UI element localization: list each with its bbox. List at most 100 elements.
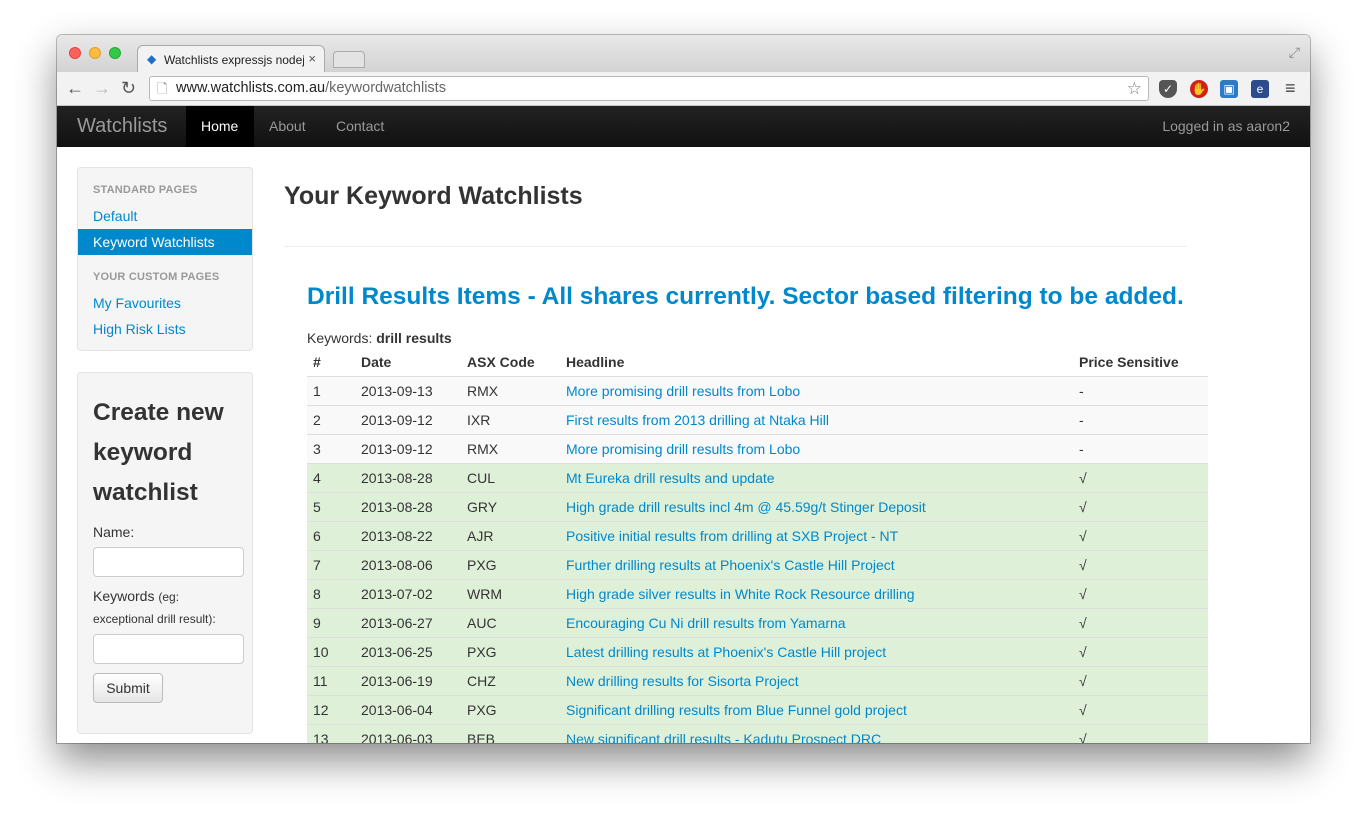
cell-price-sensitive: √ [1073, 463, 1208, 493]
bookmark-star-icon[interactable]: ☆ [1127, 77, 1142, 100]
table-row: 5 2013-08-28 GRY High grade drill results i… [307, 492, 1208, 522]
back-arrow-icon[interactable]: ← [66, 78, 84, 98]
table-row: 10 2013-06-25 PXG Latest drilling results a… [307, 637, 1208, 667]
headline-link[interactable]: More promising drill results from Lobo [566, 441, 800, 457]
screenshot-extension-icon[interactable]: ▣ [1220, 80, 1238, 98]
url-text[interactable]: www.watchlists.com.au/keywordwatchlists [176, 77, 446, 100]
standard-pages-header: STANDARD PAGES [93, 184, 198, 196]
headline-link[interactable]: New significant drill results - Kadutu P… [566, 731, 881, 743]
browser-toolbar: ← → ↻ 🗋 www.watchlists.com.au/keywordwat… [57, 72, 1310, 106]
ie-tab-extension-icon[interactable]: e [1251, 80, 1269, 98]
table-row: 3 2013-09-12 RMX More promising drill resul… [307, 434, 1208, 464]
cell-price-sensitive: - [1073, 405, 1208, 435]
nav-contact[interactable]: Contact [336, 118, 384, 134]
brand-link[interactable]: Watchlists [77, 115, 167, 138]
submit-button[interactable]: Submit [93, 673, 163, 703]
cell-number: 2 [307, 405, 355, 435]
browser-tab[interactable]: ◆ Watchlists expressjs nodejs × [137, 45, 325, 72]
headline-link[interactable]: Positive initial results from drilling a… [566, 528, 898, 544]
logged-in-status: Logged in as aaron2 [1162, 118, 1290, 134]
headline-link[interactable]: Latest drilling results at Phoenix's Cas… [566, 644, 886, 660]
cell-number: 10 [307, 637, 355, 667]
cell-asx-code: WRM [461, 579, 560, 609]
keywords-line-label: Keywords: [307, 330, 373, 346]
cell-price-sensitive: - [1073, 376, 1208, 406]
watchlist-title: Drill Results Items - All shares current… [307, 283, 1184, 310]
cell-asx-code: PXG [461, 637, 560, 667]
headline-link[interactable]: High grade silver results in White Rock … [566, 586, 915, 602]
headline-link[interactable]: More promising drill results from Lobo [566, 383, 800, 399]
headline-link[interactable]: New drilling results for Sisorta Project [566, 673, 799, 689]
adblock-extension-icon[interactable]: ✋ [1190, 80, 1208, 98]
table-row: 12 2013-06-04 PXG Significant drilling resu… [307, 695, 1208, 725]
cell-price-sensitive: √ [1073, 492, 1208, 522]
tab-close-icon[interactable]: × [308, 51, 316, 66]
headline-link[interactable]: Mt Eureka drill results and update [566, 470, 775, 486]
headline-link[interactable]: Significant drilling results from Blue F… [566, 702, 907, 718]
table-row: 11 2013-06-19 CHZ New drilling results for … [307, 666, 1208, 696]
fullscreen-icon[interactable]: ⤢ [1289, 44, 1300, 61]
cell-date: 2013-09-13 [355, 376, 461, 406]
nav-about[interactable]: About [269, 118, 306, 134]
nav-home[interactable]: Home [201, 118, 238, 134]
table-row: 2 2013-09-12 IXR First results from 2013 dr… [307, 405, 1208, 435]
name-input[interactable] [93, 547, 244, 577]
sidebar-item-keyword-watchlists[interactable]: Keyword Watchlists [78, 229, 252, 255]
pocket-extension-icon[interactable]: ✓ [1159, 80, 1177, 98]
cell-date: 2013-06-27 [355, 608, 461, 638]
address-bar[interactable]: 🗋 www.watchlists.com.au/keywordwatchlist… [149, 76, 1149, 101]
headline-link[interactable]: Further drilling results at Phoenix's Ca… [566, 557, 895, 573]
headline-link[interactable]: First results from 2013 drilling at Ntak… [566, 412, 829, 428]
cell-number: 13 [307, 724, 355, 743]
headline-link[interactable]: High grade drill results incl 4m @ 45.59… [566, 499, 926, 515]
cell-number: 8 [307, 579, 355, 609]
new-tab-button[interactable] [333, 51, 365, 68]
sidebar-item-high-risk-lists[interactable]: High Risk Lists [78, 316, 252, 342]
close-window-button[interactable] [69, 47, 81, 59]
site-navbar: Watchlists Home About Contact Logged in … [57, 106, 1310, 147]
column-header-date: Date [361, 354, 392, 370]
table-row: 8 2013-07-02 WRM High grade silver results … [307, 579, 1208, 609]
cell-date: 2013-08-28 [355, 492, 461, 522]
tab-strip: ◆ Watchlists expressjs nodejs × ⤢ [57, 35, 1310, 72]
cell-number: 6 [307, 521, 355, 551]
url-path: /keywordwatchlists [325, 80, 446, 96]
cell-headline: More promising drill results from Lobo [560, 376, 1073, 406]
table-row: 7 2013-08-06 PXG Further drilling results a… [307, 550, 1208, 580]
cell-asx-code: RMX [461, 434, 560, 464]
cell-price-sensitive: √ [1073, 521, 1208, 551]
table-row: 6 2013-08-22 AJR Positive initial results f… [307, 521, 1208, 551]
cell-number: 3 [307, 434, 355, 464]
results-body: 1 2013-09-13 RMX More promising drill resul… [307, 376, 1208, 743]
cell-number: 12 [307, 695, 355, 725]
headline-link[interactable]: Encouraging Cu Ni drill results from Yam… [566, 615, 846, 631]
cell-price-sensitive: √ [1073, 550, 1208, 580]
cell-headline: More promising drill results from Lobo [560, 434, 1073, 464]
page-title: Your Keyword Watchlists [284, 182, 583, 210]
chrome-menu-icon[interactable]: ≡ [1285, 78, 1296, 99]
cell-asx-code: PXG [461, 695, 560, 725]
cell-asx-code: AJR [461, 521, 560, 551]
sidebar-item-default[interactable]: Default [78, 203, 252, 229]
cell-price-sensitive: √ [1073, 637, 1208, 667]
cell-date: 2013-06-04 [355, 695, 461, 725]
cell-headline: High grade silver results in White Rock … [560, 579, 1073, 609]
cell-asx-code: PXG [461, 550, 560, 580]
sidebar-nav: STANDARD PAGES Default Keyword Watchlist… [77, 167, 253, 351]
table-row: 4 2013-08-28 CUL Mt Eureka drill results an… [307, 463, 1208, 493]
cell-date: 2013-09-12 [355, 405, 461, 435]
sidebar-item-my-favourites[interactable]: My Favourites [78, 290, 252, 316]
zoom-window-button[interactable] [109, 47, 121, 59]
minimize-window-button[interactable] [89, 47, 101, 59]
cell-number: 11 [307, 666, 355, 696]
cell-number: 1 [307, 376, 355, 406]
column-header-number: # [313, 354, 321, 370]
cell-date: 2013-08-06 [355, 550, 461, 580]
column-header-headline: Headline [566, 354, 625, 370]
cell-number: 5 [307, 492, 355, 522]
forward-arrow-icon[interactable]: → [93, 78, 111, 98]
keywords-input[interactable] [93, 634, 244, 664]
cell-number: 9 [307, 608, 355, 638]
column-header-price-sensitive: Price Sensitive [1079, 354, 1179, 370]
reload-icon[interactable]: ↻ [121, 78, 136, 98]
